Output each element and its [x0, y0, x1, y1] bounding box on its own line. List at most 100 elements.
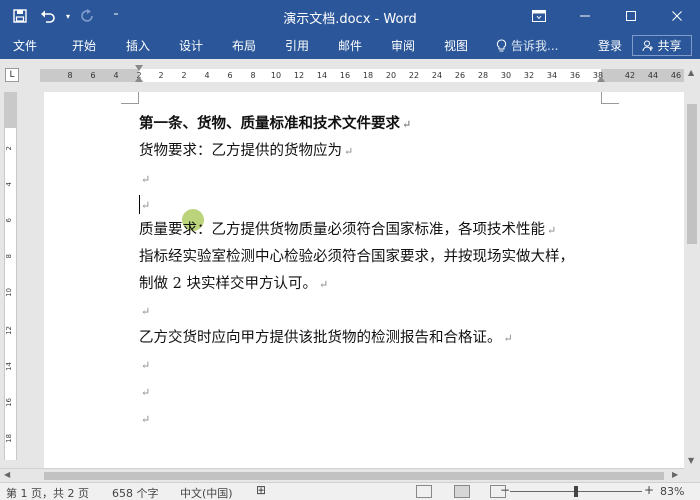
horizontal-scrollbar[interactable]: ◀ ▶ — [0, 468, 684, 482]
undo-dropdown-icon[interactable]: ▾ — [62, 2, 74, 30]
first-line-indent-marker[interactable] — [135, 65, 143, 71]
vertical-ruler-number: 10 — [5, 288, 13, 297]
minimize-icon[interactable] — [562, 0, 608, 32]
save-icon[interactable] — [6, 2, 34, 30]
ruler-number: 4 — [204, 71, 210, 80]
ruler-number: 20 — [385, 71, 397, 80]
customize-qat-icon[interactable]: ⁼ — [102, 2, 130, 30]
paragraph-text: 质量要求：乙方提供货物质量必须符合国家标准，各项技术性能 — [139, 222, 545, 238]
paragraph-text: 乙方交货时应向甲方提供该批货物的检测报告和合格证。 — [139, 330, 502, 346]
ruler-number: 32 — [523, 71, 535, 80]
ruler-row: L 8 6 4 2 2 2 4 6 8 10 12 14 16 18 20 22… — [0, 64, 700, 86]
tab-references[interactable]: 引用 — [285, 37, 309, 54]
macro-record-icon[interactable]: ⊞ — [256, 483, 266, 497]
paragraph-mark: ↵ — [503, 332, 513, 345]
word-count[interactable]: 658 个字 — [112, 485, 159, 500]
vertical-ruler-number: 14 — [5, 362, 13, 371]
zoom-in-button[interactable]: + — [644, 483, 654, 497]
ruler-number: 30 — [500, 71, 512, 80]
share-label: 共享 — [657, 39, 682, 53]
paragraph[interactable]: 指标经实验室检测中心检验必须符合国家要求，并按现场实做大样， — [139, 247, 574, 267]
maximize-icon[interactable] — [608, 0, 654, 32]
zoom-slider-thumb[interactable] — [574, 486, 578, 497]
paragraph-mark: ↵ — [344, 145, 354, 158]
share-button[interactable]: 共享 — [632, 35, 692, 56]
close-icon[interactable] — [654, 0, 700, 32]
language-indicator[interactable]: 中文(中国) — [180, 485, 233, 500]
paragraph-text: 货物要求：乙方提供的货物应为 — [139, 143, 342, 159]
paragraph-mark: ↵ — [547, 224, 557, 237]
read-mode-icon[interactable] — [416, 485, 432, 498]
paragraph-text: 第一条、货物、质量标准和技术文件要求 — [139, 115, 400, 132]
vertical-scrollbar[interactable]: ▲ ▼ — [684, 64, 700, 468]
right-indent-marker[interactable] — [597, 76, 605, 82]
tab-layout[interactable]: 布局 — [232, 37, 256, 54]
redo-icon[interactable] — [74, 2, 102, 30]
paragraph[interactable]: ↵ — [139, 355, 150, 376]
title-bar: ▾ ⁼ 演示文档.docx - Word — [0, 0, 700, 32]
sign-in-link[interactable]: 登录 — [598, 37, 622, 54]
tab-design[interactable]: 设计 — [179, 37, 203, 54]
ruler-number: 6 — [90, 71, 96, 80]
ruler-number: 28 — [477, 71, 489, 80]
paragraph[interactable]: 货物要求：乙方提供的货物应为 ↵ — [139, 141, 353, 162]
paragraph-mark: ↵ — [318, 278, 329, 291]
paragraph-mark: ↵ — [402, 118, 412, 131]
person-icon — [642, 40, 654, 51]
paragraph[interactable]: ↵ — [139, 169, 150, 190]
tab-home[interactable]: 开始 — [72, 37, 96, 54]
vertical-ruler-margin — [5, 92, 16, 128]
scroll-up-icon[interactable]: ▲ — [688, 68, 694, 77]
vertical-ruler-number: 6 — [5, 218, 13, 223]
scroll-right-icon[interactable]: ▶ — [672, 470, 678, 479]
page-count[interactable]: 第 1 页，共 2 页 — [6, 485, 89, 500]
ruler-number: 2 — [181, 71, 187, 80]
tab-file[interactable]: 文件 — [13, 37, 37, 54]
paragraph[interactable]: 质量要求：乙方提供货物质量必须符合国家标准，各项技术性能 ↵ — [139, 220, 556, 241]
zoom-level[interactable]: 83% — [660, 485, 684, 498]
zoom-out-button[interactable]: − — [500, 483, 510, 497]
horizontal-scroll-thumb[interactable] — [44, 472, 664, 480]
ruler-number: 6 — [227, 71, 233, 80]
ruler-number: 4 — [113, 71, 119, 80]
vertical-ruler-number: 18 — [5, 434, 13, 443]
ruler-number: 10 — [270, 71, 282, 80]
undo-icon[interactable] — [34, 2, 62, 30]
scroll-down-icon[interactable]: ▼ — [688, 456, 694, 465]
ruler-number: 16 — [339, 71, 351, 80]
tab-view[interactable]: 视图 — [444, 37, 468, 54]
paragraph[interactable]: 乙方交货时应向甲方提供该批货物的检测报告和合格证。 ↵ — [139, 328, 513, 349]
paragraph[interactable]: 制做 2 块实样交甲方认可。 ↵ — [139, 274, 328, 295]
ruler-number: 46 — [670, 71, 682, 80]
tab-insert[interactable]: 插入 — [126, 37, 150, 54]
lightbulb-icon — [496, 38, 507, 51]
ribbon-tabs: 文件 开始 插入 设计 布局 引用 邮件 审阅 视图 告诉我... 登录 共享 — [0, 32, 700, 59]
vertical-ruler[interactable]: 2 4 6 8 10 12 14 16 18 — [4, 92, 17, 460]
left-indent-marker[interactable] — [135, 76, 143, 82]
tab-stop-selector[interactable]: L — [5, 68, 19, 82]
ruler-number: 26 — [454, 71, 466, 80]
ruler-number: 12 — [293, 71, 305, 80]
document-page[interactable]: 第一条、货物、质量标准和技术文件要求 ↵ 货物要求：乙方提供的货物应为 ↵ ↵ ↵ … — [44, 92, 684, 468]
paragraph-mark: ↵ — [141, 199, 151, 212]
scroll-thumb[interactable] — [687, 104, 697, 244]
paragraph-mark: ↵ — [141, 173, 151, 186]
print-layout-icon[interactable] — [454, 485, 470, 498]
tab-mailings[interactable]: 邮件 — [338, 37, 362, 54]
paragraph-mark: ↵ — [141, 413, 151, 426]
paragraph-mark: ↵ — [141, 386, 151, 399]
paragraph-heading[interactable]: 第一条、货物、质量标准和技术文件要求 ↵ — [139, 114, 411, 135]
ribbon-display-options-icon[interactable] — [516, 0, 562, 32]
horizontal-ruler[interactable]: 8 6 4 2 2 2 4 6 8 10 12 14 16 18 20 22 2… — [40, 65, 690, 82]
paragraph[interactable]: ↵ — [139, 301, 150, 322]
paragraph-text: 指标经实验室检测中心检验必须符合国家要求，并按现场实做大样， — [139, 249, 574, 265]
paragraph[interactable]: ↵ — [139, 382, 150, 403]
text-cursor — [139, 195, 140, 214]
paragraph[interactable]: ↵ — [139, 409, 150, 430]
ruler-number: 34 — [546, 71, 558, 80]
paragraph-text: 制做 2 块实样交甲方认可。 — [139, 276, 317, 292]
scroll-left-icon[interactable]: ◀ — [4, 470, 10, 479]
tell-me-box[interactable]: 告诉我... — [496, 37, 558, 54]
paragraph[interactable]: ↵ — [139, 195, 150, 216]
tab-review[interactable]: 审阅 — [391, 37, 415, 54]
